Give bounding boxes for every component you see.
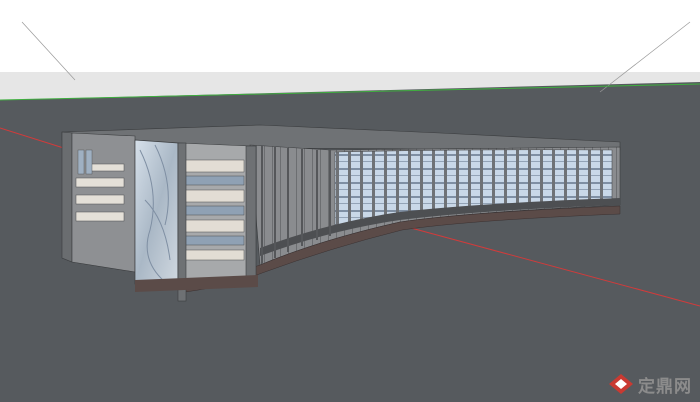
- building-render: [0, 0, 700, 402]
- glass-tower: [134, 139, 179, 285]
- left-wing-end-wall: [61, 131, 73, 263]
- red-diamond-logo-icon: [609, 374, 633, 394]
- model-viewport[interactable]: 定鼎网: [0, 0, 700, 402]
- watermark-text: 定鼎网: [638, 376, 692, 397]
- sky: [0, 0, 700, 72]
- watermark: 定鼎网: [608, 372, 692, 397]
